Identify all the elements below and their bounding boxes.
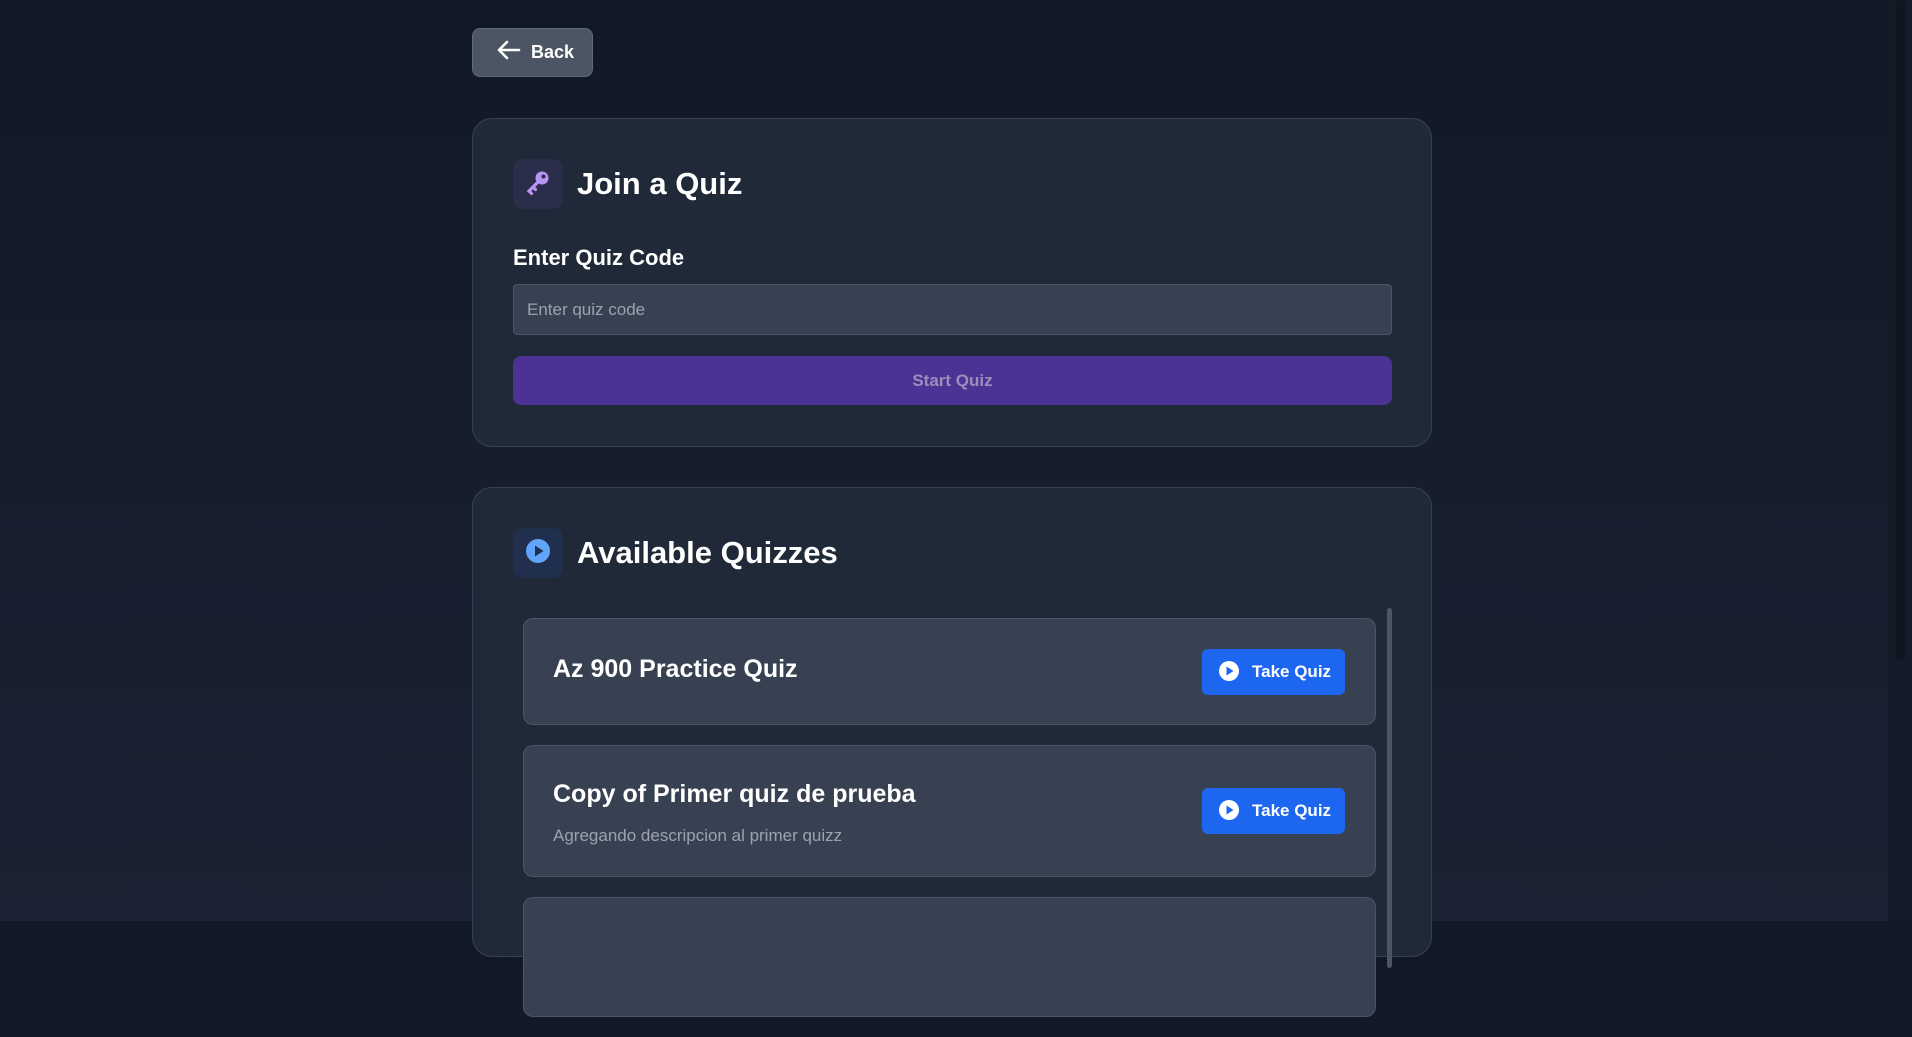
start-quiz-button[interactable]: Start Quiz (513, 356, 1392, 405)
quiz-list: Az 900 Practice Quiz Take Quiz Copy of P… (523, 618, 1376, 1037)
play-circle-icon (1218, 799, 1240, 824)
key-icon-tile (513, 159, 563, 209)
available-quizzes-header: Available Quizzes (513, 528, 838, 578)
key-icon (524, 168, 552, 201)
take-quiz-label: Take Quiz (1252, 801, 1332, 820)
quiz-list-item (523, 897, 1376, 1017)
take-quiz-button[interactable]: Take Quiz (1202, 649, 1345, 695)
quiz-code-label: Enter Quiz Code (513, 245, 685, 270)
join-quiz-header: Join a Quiz (513, 159, 742, 209)
quiz-code-input[interactable] (513, 284, 1392, 335)
take-quiz-label: Take Quiz (1252, 662, 1332, 681)
play-icon-tile (513, 528, 563, 578)
available-quizzes-card: Available Quizzes Az 900 Practice Quiz T… (472, 487, 1432, 1017)
available-quizzes-title: Available Quizzes (577, 535, 838, 570)
quiz-list-item: Az 900 Practice Quiz Take Quiz (523, 618, 1376, 725)
take-quiz-button[interactable]: Take Quiz (1202, 788, 1345, 834)
quiz-list-scrollbar[interactable] (1387, 608, 1392, 968)
play-circle-icon (524, 537, 552, 570)
quiz-list-item: Copy of Primer quiz de prueba Agregando … (523, 745, 1376, 877)
quiz-description: Agregando descripcion al primer quizz (553, 826, 843, 845)
quiz-title: Az 900 Practice Quiz (553, 655, 798, 683)
page-scrollbar[interactable] (1888, 0, 1912, 921)
quiz-title: Copy of Primer quiz de prueba (553, 780, 916, 808)
arrow-left-icon (497, 40, 521, 65)
back-button-label: Back (531, 42, 575, 62)
play-circle-icon (1218, 660, 1240, 685)
page-scrollbar-thumb[interactable] (1896, 0, 1906, 660)
back-button[interactable]: Back (472, 28, 593, 77)
join-quiz-card: Join a Quiz Enter Quiz Code Start Quiz (472, 118, 1432, 447)
join-quiz-title: Join a Quiz (577, 166, 743, 201)
